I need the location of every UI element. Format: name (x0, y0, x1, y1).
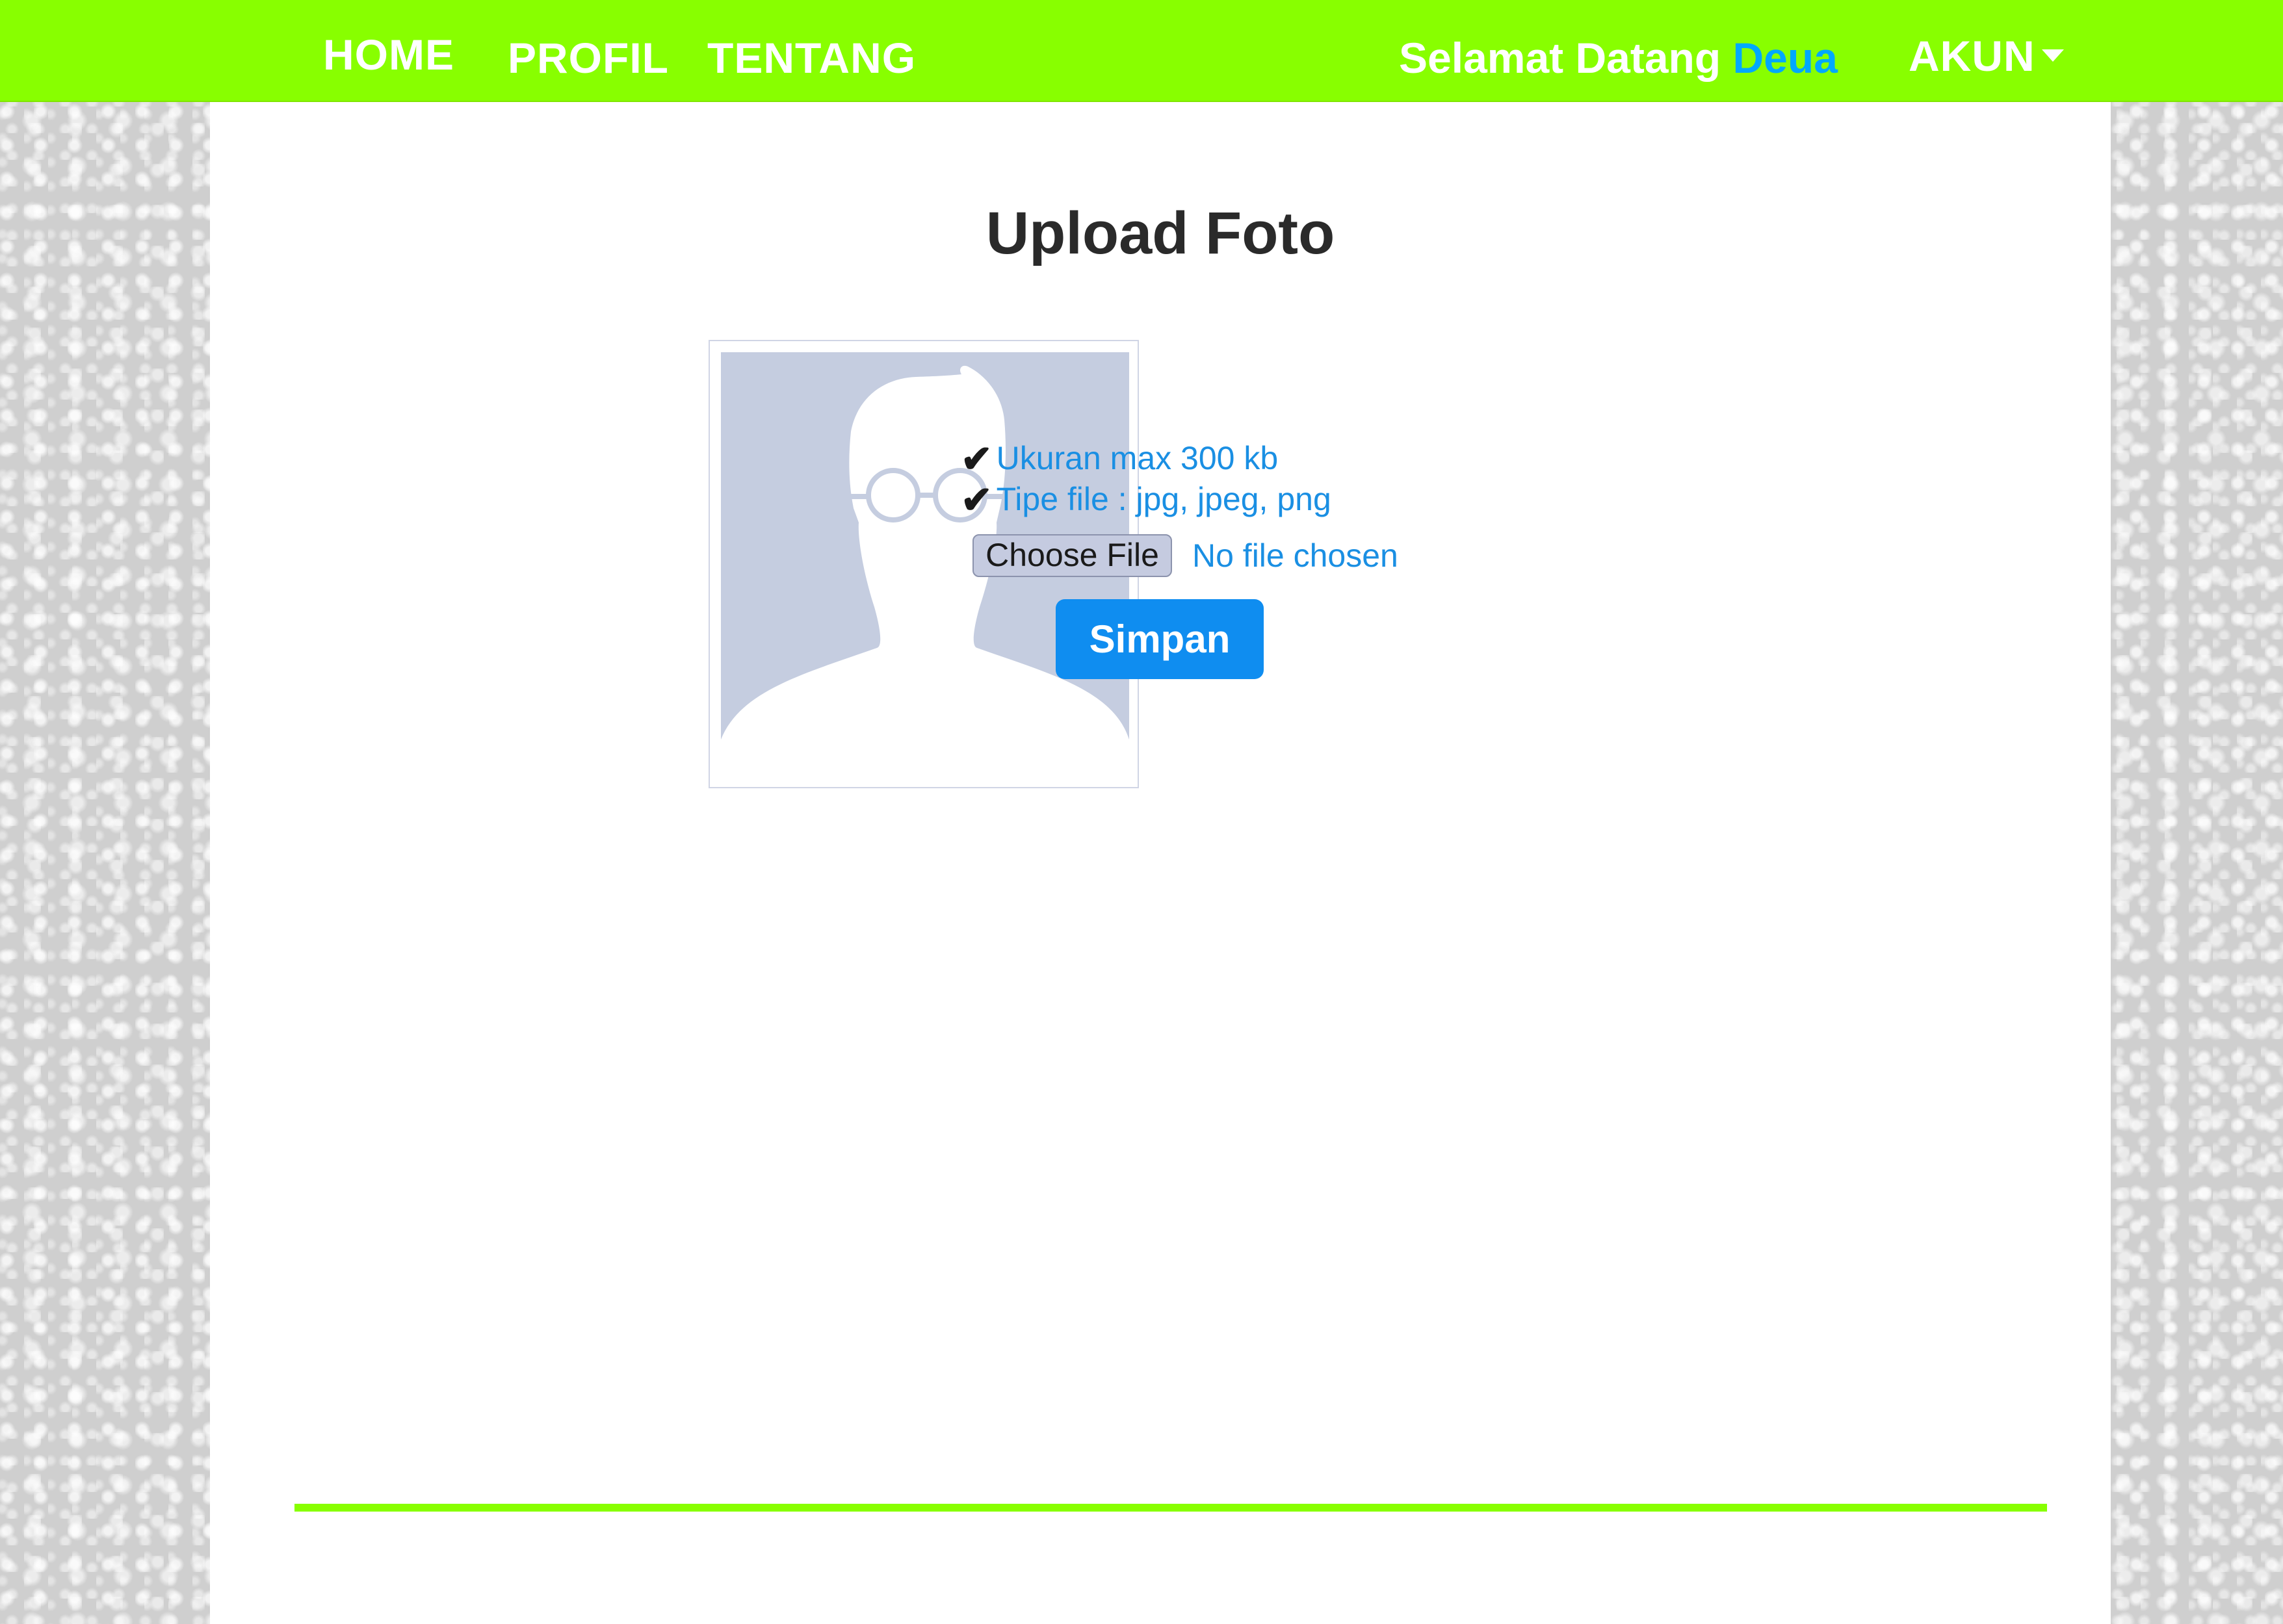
save-button[interactable]: Simpan (1056, 599, 1264, 679)
choose-file-button[interactable]: Choose File (972, 534, 1172, 577)
welcome-text: Selamat Datang (1399, 34, 1721, 82)
check-icon: ✔ (961, 479, 993, 521)
file-status: No file chosen (1192, 537, 1398, 574)
requirement-size: ✔ Ukuran max 300 kb (961, 434, 1279, 480)
footer-divider (294, 1504, 2047, 1512)
requirement-type-text: Tipe file : jpg, jpeg, png (996, 481, 1331, 517)
top-navbar: HOME PROFIL TENTANG Selamat Datang Deua … (0, 0, 2283, 102)
requirement-type: ✔ Tipe file : jpg, jpeg, png (961, 475, 1331, 521)
nav-tentang-link[interactable]: TENTANG (707, 33, 916, 83)
account-menu[interactable]: AKUN (1909, 31, 2064, 81)
username: Deua (1732, 34, 1838, 82)
caret-down-icon (2041, 49, 2064, 62)
nav-profil-link[interactable]: PROFIL (508, 33, 669, 83)
welcome-message: Selamat Datang Deua (1399, 33, 1838, 83)
page-title: Upload Foto (985, 200, 1335, 266)
nav-home-link[interactable]: HOME (323, 30, 454, 79)
check-icon: ✔ (961, 438, 993, 480)
main-content: Upload Foto (210, 102, 2111, 1624)
account-label: AKUN (1909, 32, 2035, 80)
requirement-size-text: Ukuran max 300 kb (996, 440, 1279, 476)
